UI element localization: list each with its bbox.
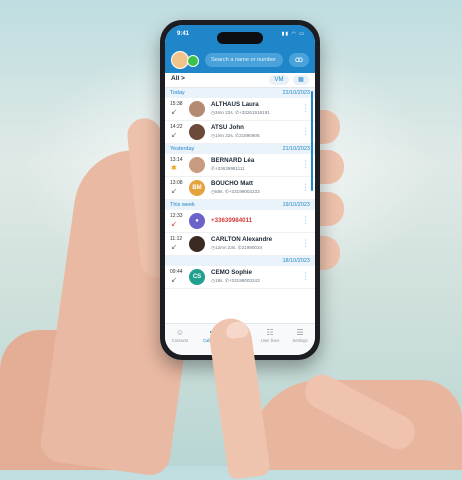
- avatar: [189, 157, 205, 173]
- transferred-call-icon: ✱: [171, 165, 177, 172]
- search-input[interactable]: Search a name or number: [205, 53, 283, 67]
- filter-bar: All > VM ▦: [165, 73, 315, 88]
- call-row[interactable]: 09:44 ↙ CS CEMO Sophie ◷18s. ✆+331990032…: [165, 266, 315, 289]
- voicemail-icon[interactable]: ꝏ: [289, 53, 309, 67]
- missed-call-icon: ↙: [171, 221, 177, 228]
- user-lines-icon: ☷: [266, 328, 274, 337]
- incoming-call-icon: ↙: [171, 109, 177, 116]
- signal-wifi-battery-icon: ▮▮ ◠ ▭: [281, 31, 305, 37]
- dynamic-island: [217, 32, 263, 44]
- more-options-icon[interactable]: · · ·: [305, 102, 307, 115]
- avatar: [189, 124, 205, 140]
- more-options-icon[interactable]: · · ·: [305, 181, 307, 194]
- initials-avatar: CS: [189, 269, 205, 285]
- smartphone: 9:41 ▮▮ ◠ ▭ Search a name or number ꝏ Al…: [160, 20, 320, 360]
- section-header: Today 22/10/2023: [165, 88, 315, 98]
- phone-screen: 9:41 ▮▮ ◠ ▭ Search a name or number ꝏ Al…: [165, 25, 315, 355]
- more-options-icon[interactable]: · · ·: [305, 125, 307, 138]
- incoming-call-icon: ↙: [171, 132, 177, 139]
- settings-icon: ☰: [296, 328, 304, 337]
- incoming-call-icon: ↙: [171, 277, 177, 284]
- call-row[interactable]: 12:33 ↙ ● +33639984011 · · ·: [165, 210, 315, 233]
- incoming-call-icon: ↙: [171, 188, 177, 195]
- call-row[interactable]: 11:12 ↙ CARLTON Alexandre ◷12mn 23s. ✆21…: [165, 233, 315, 256]
- presence-status-icon[interactable]: [187, 55, 199, 67]
- initials-avatar: BM: [189, 180, 205, 196]
- avatar: [189, 236, 205, 252]
- nav-contacts[interactable]: ☺ Contacts: [165, 324, 195, 355]
- more-options-icon[interactable]: · · ·: [305, 214, 307, 227]
- section-header: This week 19/10/2023: [165, 200, 315, 210]
- more-options-icon[interactable]: · · ·: [305, 270, 307, 283]
- contacts-icon: ☺: [175, 328, 185, 337]
- more-options-icon[interactable]: · · ·: [305, 237, 307, 250]
- call-log-list: Today 22/10/2023 15:38 ↙ ALTHAUS Laura ◷3…: [165, 88, 315, 289]
- call-row[interactable]: 14:22 ↙ ATSU John ◷1mn 22s. ✆21890906 · ·…: [165, 121, 315, 144]
- calendar-icon[interactable]: ▦: [293, 75, 309, 85]
- unknown-contact-icon: ●: [189, 213, 205, 229]
- status-time: 9:41: [177, 31, 190, 37]
- incoming-call-icon: ↙: [171, 244, 177, 251]
- scrollbar[interactable]: [311, 91, 313, 191]
- voicemail-filter-pill[interactable]: VM: [269, 75, 289, 85]
- call-row[interactable]: 13:08 ↙ BM BOUCHO Matt ◷58s. ✆+331990032…: [165, 177, 315, 200]
- avatar: [189, 101, 205, 117]
- nav-settings[interactable]: ☰ Settings: [285, 324, 315, 355]
- nav-user-lines[interactable]: ☷ User lines: [255, 324, 285, 355]
- section-header: 18/10/2023: [165, 256, 315, 266]
- photo-scene: 9:41 ▮▮ ◠ ▭ Search a name or number ꝏ Al…: [0, 0, 462, 480]
- call-row[interactable]: 15:38 ↙ ALTHAUS Laura ◷3mn 22s. ✆+332619…: [165, 98, 315, 121]
- call-row[interactable]: 13:14 ✱ BERNARD Léa ✆+33639981111 · · ·: [165, 154, 315, 177]
- filter-dropdown[interactable]: All >: [171, 75, 185, 82]
- more-options-icon[interactable]: · · ·: [305, 158, 307, 171]
- section-header: Yesterday 21/10/2023: [165, 144, 315, 154]
